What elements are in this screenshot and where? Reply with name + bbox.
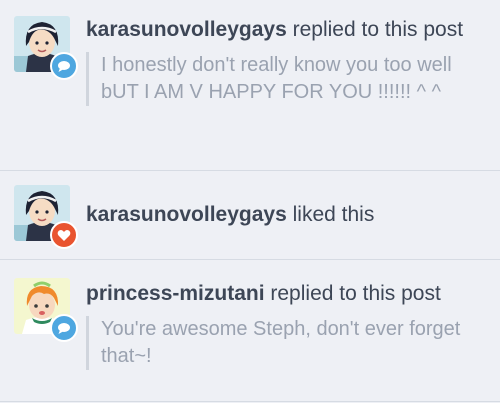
avatar[interactable]	[14, 16, 78, 80]
note-body: karasunovolleygays replied to this post …	[86, 16, 488, 106]
note-action: liked this	[286, 203, 375, 226]
note-body: karasunovolleygays liked this	[86, 201, 488, 229]
chat-bubble-icon	[58, 322, 70, 334]
note-headline: karasunovolleygays replied to this post	[86, 16, 488, 44]
chat-bubble-icon	[58, 60, 70, 72]
reply-text: I honestly don't really know you too wel…	[86, 52, 488, 106]
note-item: princess-mizutani replied to this post Y…	[0, 260, 500, 402]
username-link[interactable]: karasunovolleygays	[86, 18, 287, 41]
username-link[interactable]: princess-mizutani	[86, 282, 265, 305]
note-action: replied to this post	[286, 18, 464, 41]
avatar[interactable]	[14, 278, 78, 342]
note-headline: princess-mizutani replied to this post	[86, 280, 488, 308]
reply-text: You're awesome Steph, don't ever forget …	[86, 316, 488, 370]
reply-badge	[50, 314, 78, 342]
like-badge	[50, 221, 78, 249]
heart-icon	[57, 229, 71, 241]
notes-feed: karasunovolleygays replied to this post …	[0, 0, 500, 403]
note-body: princess-mizutani replied to this post Y…	[86, 280, 488, 370]
note-headline: karasunovolleygays liked this	[86, 201, 488, 229]
note-action: replied to this post	[264, 282, 441, 305]
avatar[interactable]	[14, 185, 78, 249]
note-item: karasunovolleygays replied to this post …	[0, 0, 500, 171]
username-link[interactable]: karasunovolleygays	[86, 203, 287, 226]
reply-badge	[50, 52, 78, 80]
note-item: karasunovolleygays liked this	[0, 171, 500, 260]
